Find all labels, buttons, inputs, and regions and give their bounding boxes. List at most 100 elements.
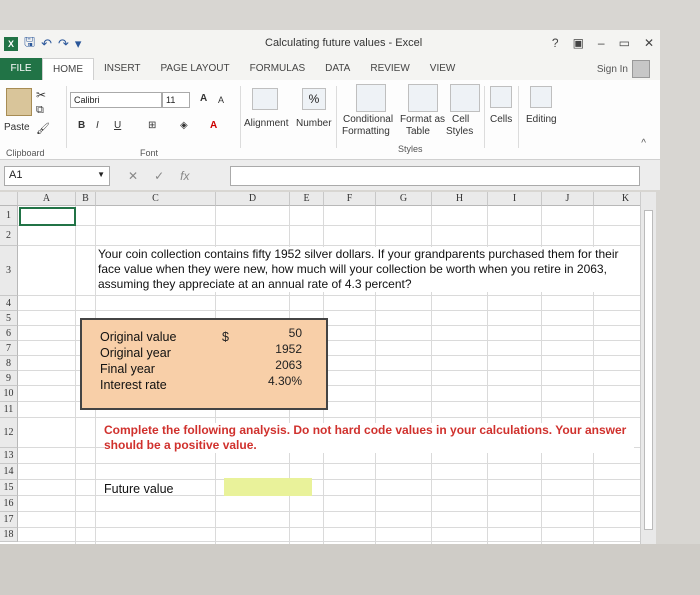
formula-bar: A1 ▼ ✕ ✓ fx (0, 160, 660, 190)
tab-formulas[interactable]: FORMULAS (240, 58, 316, 80)
customize-qat-icon[interactable]: ▾ (75, 36, 82, 52)
number-button[interactable]: Number (296, 118, 332, 129)
column-header-h[interactable]: H (432, 192, 488, 206)
cancel-icon[interactable]: ✕ (128, 169, 138, 183)
border-icon[interactable]: ⊞ (148, 120, 156, 131)
excel-logo-icon: X (4, 37, 18, 51)
row-header-9[interactable]: 9 (0, 371, 18, 386)
fill-color-icon[interactable]: ◈ (180, 120, 188, 131)
row-header-8[interactable]: 8 (0, 356, 18, 371)
alignment-icon[interactable] (252, 88, 278, 110)
scrollbar-thumb[interactable] (644, 210, 653, 530)
number-format-icon[interactable]: % (302, 88, 326, 110)
column-header-j[interactable]: J (542, 192, 594, 206)
column-header-e[interactable]: E (290, 192, 324, 206)
conditional-formatting-label[interactable]: Conditional (343, 114, 393, 125)
sign-in[interactable]: Sign In (597, 60, 650, 78)
paste-button[interactable]: Paste (4, 122, 30, 133)
row-header-10[interactable]: 10 (0, 386, 18, 402)
input-value[interactable]: 2063 (250, 358, 302, 372)
help-button[interactable]: ? (552, 36, 559, 50)
formula-input[interactable] (230, 166, 640, 186)
chevron-down-icon[interactable]: ▼ (97, 170, 105, 179)
tab-insert[interactable]: INSERT (94, 58, 151, 80)
column-header-d[interactable]: D (216, 192, 290, 206)
select-all-corner[interactable] (0, 192, 18, 206)
tab-data[interactable]: DATA (315, 58, 360, 80)
italic-button[interactable]: I (96, 120, 99, 131)
format-as-table-icon[interactable] (408, 84, 438, 112)
row-header-4[interactable]: 4 (0, 296, 18, 311)
name-box[interactable]: A1 ▼ (4, 166, 110, 186)
row-header-18[interactable]: 18 (0, 528, 18, 542)
redo-icon[interactable]: ↷ (58, 36, 69, 52)
gridline (18, 310, 640, 311)
insert-function-button[interactable]: fx (180, 169, 189, 183)
column-header-f[interactable]: F (324, 192, 376, 206)
column-header-i[interactable]: I (488, 192, 542, 206)
cells-button[interactable]: Cells (490, 114, 512, 125)
bold-button[interactable]: B (78, 120, 85, 131)
ribbon: ✂ ⧉ Paste 🖌 Clipboard Calibri 11 A A B I… (0, 80, 660, 160)
editing-icon[interactable] (530, 86, 552, 108)
row-header-16[interactable]: 16 (0, 496, 18, 512)
cell-styles-label[interactable]: Cell (452, 114, 469, 125)
column-header-c[interactable]: C (96, 192, 216, 206)
row-header-11[interactable]: 11 (0, 402, 18, 418)
ribbon-display-button[interactable]: ▣ (573, 36, 584, 50)
row-header-15[interactable]: 15 (0, 480, 18, 496)
row-header-6[interactable]: 6 (0, 326, 18, 341)
input-value[interactable]: 50 (250, 326, 302, 340)
format-painter-icon[interactable]: 🖌 (36, 122, 50, 135)
maximize-button[interactable]: ▭ (619, 36, 630, 50)
selected-cell-a1[interactable] (19, 207, 76, 226)
column-header-g[interactable]: G (376, 192, 432, 206)
row-header-2[interactable]: 2 (0, 226, 18, 246)
row-header-3[interactable]: 3 (0, 246, 18, 296)
format-as-table-label[interactable]: Format as (400, 114, 445, 125)
column-header-b[interactable]: B (76, 192, 96, 206)
font-name-select[interactable]: Calibri (70, 92, 162, 108)
column-header-a[interactable]: A (18, 192, 76, 206)
row-header-13[interactable]: 13 (0, 448, 18, 464)
font-size-select[interactable]: 11 (162, 92, 190, 108)
conditional-formatting-icon[interactable] (356, 84, 386, 112)
save-icon[interactable]: 🖫 (24, 33, 35, 55)
row-header-1[interactable]: 1 (0, 206, 18, 226)
cut-icon[interactable]: ✂ (36, 88, 46, 102)
cell-styles-icon[interactable] (450, 84, 480, 112)
row-header-17[interactable]: 17 (0, 512, 18, 528)
undo-icon[interactable]: ↶ (41, 36, 52, 52)
shrink-font-button[interactable]: A (218, 95, 224, 105)
alignment-button[interactable]: Alignment (244, 118, 288, 129)
row-header-14[interactable]: 14 (0, 464, 18, 480)
paste-icon[interactable] (6, 88, 32, 116)
minimize-button[interactable]: – (598, 36, 605, 50)
cells-icon[interactable] (490, 86, 512, 108)
tab-review[interactable]: REVIEW (360, 58, 419, 80)
row-header-12[interactable]: 12 (0, 418, 18, 448)
tab-file[interactable]: FILE (0, 58, 42, 80)
row-header-5[interactable]: 5 (0, 311, 18, 326)
conditional-formatting-sub: Formatting (342, 126, 390, 137)
divider (66, 86, 67, 148)
name-box-value: A1 (9, 169, 23, 181)
collapse-ribbon-icon[interactable]: ^ (641, 138, 646, 149)
tab-home[interactable]: HOME (42, 58, 94, 80)
column-header-k[interactable]: K (594, 192, 640, 206)
vertical-scrollbar[interactable] (640, 192, 656, 544)
copy-icon[interactable]: ⧉ (36, 104, 44, 117)
row-header-7[interactable]: 7 (0, 341, 18, 356)
input-value[interactable]: 1952 (250, 342, 302, 356)
tab-page-layout[interactable]: PAGE LAYOUT (151, 58, 240, 80)
input-value[interactable]: 4.30% (250, 374, 302, 388)
enter-icon[interactable]: ✓ (154, 169, 164, 183)
future-value-cell[interactable] (224, 478, 312, 496)
close-button[interactable]: ✕ (644, 36, 654, 50)
underline-button[interactable]: U (114, 120, 121, 131)
font-color-icon[interactable]: A (210, 120, 217, 131)
tab-view[interactable]: VIEW (420, 58, 466, 80)
grow-font-button[interactable]: A (200, 93, 207, 104)
spreadsheet-grid[interactable]: A B C D E F G H I J K 1 2 3 4 5 6 7 8 9 10 11 12 13 14 15 16 17 18 Yo… (0, 192, 640, 544)
editing-button[interactable]: Editing (526, 114, 557, 125)
